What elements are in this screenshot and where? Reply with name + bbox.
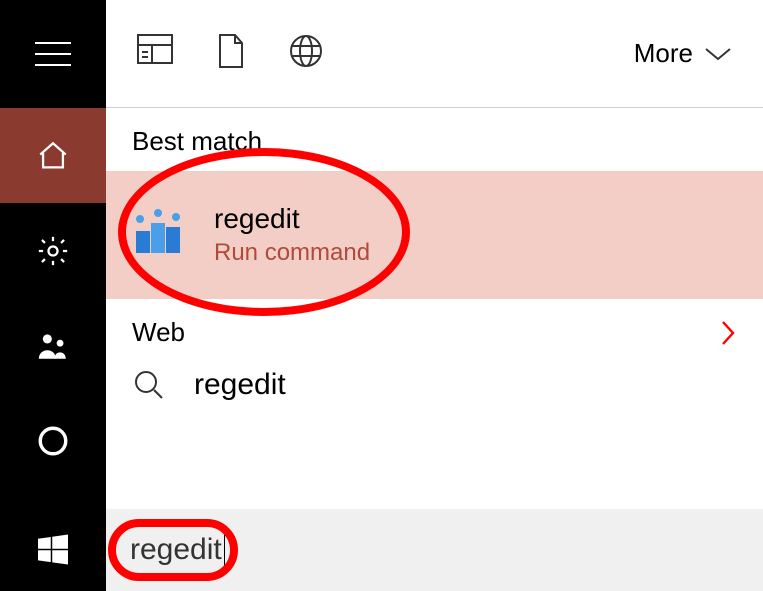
search-value: regedit: [130, 533, 222, 567]
menu-button[interactable]: [0, 0, 106, 108]
hamburger-icon: [35, 42, 71, 66]
cortana-icon: [36, 424, 70, 458]
chevron-right-icon: [719, 318, 737, 348]
result-title: regedit: [214, 203, 370, 235]
people-icon: [36, 329, 70, 363]
search-panel: More Best match regedit Run command Web: [106, 0, 763, 591]
result-subtitle: Run command: [214, 239, 370, 267]
gear-icon: [36, 234, 70, 268]
web-header-label: Web: [132, 317, 185, 348]
cortana-button[interactable]: [0, 393, 106, 488]
web-section[interactable]: Web: [106, 299, 763, 348]
people-button[interactable]: [0, 298, 106, 393]
filter-page-button[interactable]: [136, 33, 174, 74]
filter-file-button[interactable]: [216, 33, 246, 74]
settings-button[interactable]: [0, 203, 106, 298]
regedit-icon: [132, 205, 188, 266]
home-icon: [36, 139, 70, 173]
globe-icon: [288, 33, 324, 69]
more-filters-button[interactable]: More: [634, 38, 733, 69]
more-label: More: [634, 38, 693, 69]
page-icon: [136, 33, 174, 65]
web-result-label: regedit: [194, 368, 286, 402]
best-match-header: Best match: [106, 108, 763, 171]
search-icon: [132, 368, 166, 402]
web-result[interactable]: regedit: [106, 348, 763, 422]
home-button[interactable]: [0, 108, 106, 203]
filter-web-button[interactable]: [288, 33, 324, 74]
filter-bar: More: [106, 0, 763, 108]
start-button[interactable]: [0, 509, 106, 591]
search-input[interactable]: regedit: [106, 509, 763, 591]
chevron-down-icon: [703, 45, 733, 63]
windows-icon: [35, 532, 71, 568]
start-sidebar: [0, 0, 106, 591]
best-match-result[interactable]: regedit Run command: [106, 171, 763, 299]
file-icon: [216, 33, 246, 69]
text-caret: [224, 534, 225, 566]
